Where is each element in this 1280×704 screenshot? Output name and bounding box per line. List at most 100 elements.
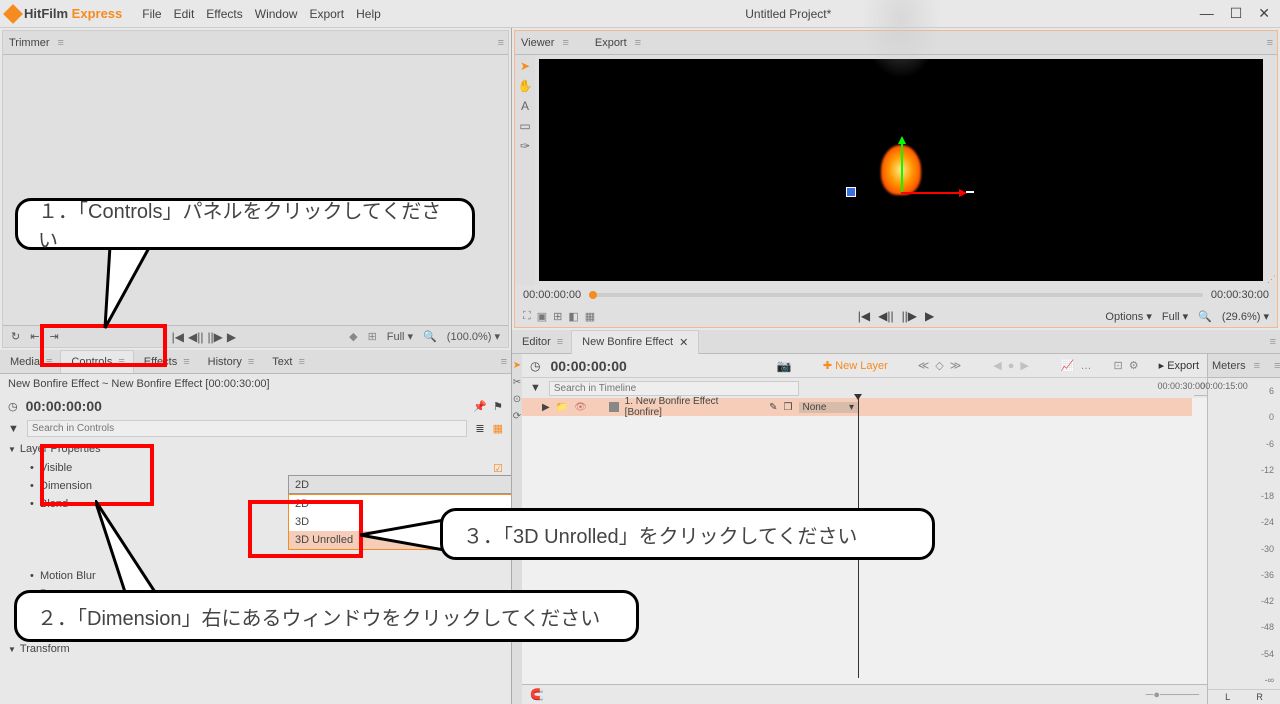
filter-icon[interactable]: ▼: [530, 382, 541, 394]
pin-icon[interactable]: 📌: [473, 400, 487, 413]
new-layer-button[interactable]: ✚ New Layer: [823, 359, 888, 372]
timeline-search-input[interactable]: [549, 381, 799, 396]
section-transform[interactable]: ▼Transform: [0, 639, 511, 659]
pointer-icon[interactable]: ➤: [520, 59, 530, 73]
flag-icon[interactable]: ⚑: [493, 400, 503, 413]
hand-icon[interactable]: ✋: [518, 79, 533, 93]
panel-menu-icon[interactable]: ≡: [498, 37, 502, 49]
tab-history[interactable]: History≡: [198, 351, 263, 373]
grid-view-icon[interactable]: ▦: [493, 422, 503, 435]
viewer-tab[interactable]: Viewer: [521, 37, 554, 49]
frame-fwd-icon[interactable]: ||▶: [207, 330, 222, 344]
dimension-selected[interactable]: 2D▾: [288, 475, 511, 494]
nav-start-icon[interactable]: ≪: [918, 359, 930, 372]
maximize-icon[interactable]: ☐: [1226, 5, 1247, 22]
gizmo-x-axis[interactable]: [901, 192, 961, 194]
tab-editor[interactable]: Editor≡: [512, 331, 571, 353]
kf-prev-icon[interactable]: ◀: [993, 359, 1001, 372]
gizmo-scale-handle[interactable]: [966, 191, 974, 193]
gizmo-z-handle[interactable]: [846, 187, 856, 197]
gizmo-y-axis[interactable]: [901, 142, 903, 192]
menu-file[interactable]: File: [142, 7, 161, 21]
slice-icon[interactable]: ✂: [513, 377, 521, 388]
text-tool-icon[interactable]: A: [521, 99, 529, 113]
zoom-tl-icon[interactable]: ⊡: [1114, 359, 1123, 372]
close-tab-icon[interactable]: ✕: [679, 336, 688, 349]
camera-icon[interactable]: 📷: [777, 359, 792, 373]
menu-help[interactable]: Help: [356, 7, 381, 21]
frame-back-icon[interactable]: ◀||: [878, 309, 893, 323]
channels-icon[interactable]: ◧: [568, 310, 578, 323]
controls-time[interactable]: 00:00:00:00: [26, 398, 102, 414]
checkbox-icon[interactable]: ☑: [493, 462, 503, 475]
menu-edit[interactable]: Edit: [174, 7, 195, 21]
minimize-icon[interactable]: —: [1196, 5, 1218, 22]
timeline-ruler[interactable]: 00:00:15:00 00:00:30:00: [1194, 378, 1207, 396]
crop-icon[interactable]: ⛶: [523, 310, 531, 323]
magnet-icon[interactable]: 🧲: [530, 688, 544, 701]
zoom-dropdown[interactable]: (100.0%) ▾: [447, 330, 500, 343]
options-icon[interactable]: ⚙: [1129, 359, 1139, 372]
expand-icon[interactable]: ▶: [542, 402, 550, 413]
tab-text[interactable]: Text≡: [262, 351, 313, 373]
rect-tool-icon[interactable]: ▭: [519, 119, 530, 133]
more-icon[interactable]: …: [1081, 360, 1092, 372]
timeline-track[interactable]: ▶ 📁 👁 1. New Bonfire Effect [Bonfire] ✎ …: [522, 398, 1207, 416]
export-button[interactable]: ▸ Export: [1159, 359, 1199, 372]
frame-fwd-icon[interactable]: ||▶: [902, 309, 917, 323]
export-tab[interactable]: Export: [595, 37, 627, 49]
nav-prev-icon[interactable]: ◇: [935, 359, 943, 372]
grid-icon[interactable]: ⊞: [553, 310, 562, 323]
scrub-bar[interactable]: [589, 293, 1203, 297]
list-view-icon[interactable]: ≣: [475, 422, 484, 435]
bg-icon[interactable]: ▦: [585, 310, 595, 323]
skip-start-icon[interactable]: |◀: [172, 330, 184, 344]
layer-color-icon[interactable]: [609, 402, 619, 412]
panel-menu-icon[interactable]: ≡: [58, 37, 62, 49]
play-icon[interactable]: ▶: [925, 309, 934, 323]
viewer-time-current[interactable]: 00:00:00:00: [523, 289, 581, 301]
panel-menu-icon[interactable]: ≡: [1270, 336, 1274, 348]
rate-icon[interactable]: ⟳: [513, 411, 521, 422]
frame-back-icon[interactable]: ◀||: [188, 330, 203, 344]
timeline-time[interactable]: 00:00:00:00: [550, 358, 626, 374]
nav-next-icon[interactable]: ≫: [950, 359, 962, 372]
in-icon[interactable]: ⇤: [30, 330, 39, 343]
viewer-canvas[interactable]: [539, 59, 1263, 281]
magnify-icon[interactable]: 🔍: [423, 330, 437, 343]
eye-icon[interactable]: 👁: [574, 402, 587, 413]
search-input[interactable]: [27, 420, 467, 437]
parent-dropdown[interactable]: None▾: [799, 402, 859, 413]
quality-dropdown[interactable]: Full ▾: [1162, 310, 1188, 323]
resize-handle-icon[interactable]: ⋰: [1267, 274, 1276, 285]
menu-window[interactable]: Window: [255, 7, 298, 21]
menu-effects[interactable]: Effects: [206, 7, 242, 21]
panel-menu-icon[interactable]: ≡: [1267, 37, 1271, 49]
safe-zone-icon[interactable]: ▣: [537, 310, 547, 323]
play-icon[interactable]: ▶: [227, 330, 236, 344]
kf-next-icon[interactable]: ▶: [1020, 359, 1028, 372]
menu-export[interactable]: Export: [309, 7, 344, 21]
tab-bonfire[interactable]: New Bonfire Effect✕: [571, 330, 699, 354]
zoom-slider[interactable]: ─●─────: [1146, 689, 1199, 701]
skip-start-icon[interactable]: |◀: [858, 309, 870, 323]
ratio-icon[interactable]: ⊞: [368, 330, 377, 343]
track-clip[interactable]: [858, 398, 1192, 416]
options-dropdown[interactable]: Options ▾: [1105, 310, 1152, 323]
loop-icon[interactable]: ↻: [11, 330, 20, 343]
close-icon[interactable]: ✕: [1254, 5, 1274, 22]
graph-icon[interactable]: 📈: [1061, 359, 1075, 372]
quality-dropdown[interactable]: Full ▾: [387, 330, 413, 343]
filter-icon[interactable]: ▼: [8, 423, 19, 435]
panel-menu-icon[interactable]: ≡: [501, 356, 505, 368]
folder-icon[interactable]: 📁: [556, 402, 568, 413]
magnify-icon[interactable]: 🔍: [1198, 310, 1212, 323]
kf-dot-icon[interactable]: ●: [1008, 360, 1015, 372]
marker-icon[interactable]: ◆: [349, 330, 357, 343]
zoom-dropdown[interactable]: (29.6%) ▾: [1222, 310, 1269, 323]
playhead-icon[interactable]: [589, 291, 597, 299]
pen-tool-icon[interactable]: ✑: [520, 139, 530, 153]
pen-icon[interactable]: ✎: [769, 402, 777, 413]
snap-icon[interactable]: ⊙: [513, 394, 521, 405]
3d-icon[interactable]: ❒: [784, 402, 793, 413]
